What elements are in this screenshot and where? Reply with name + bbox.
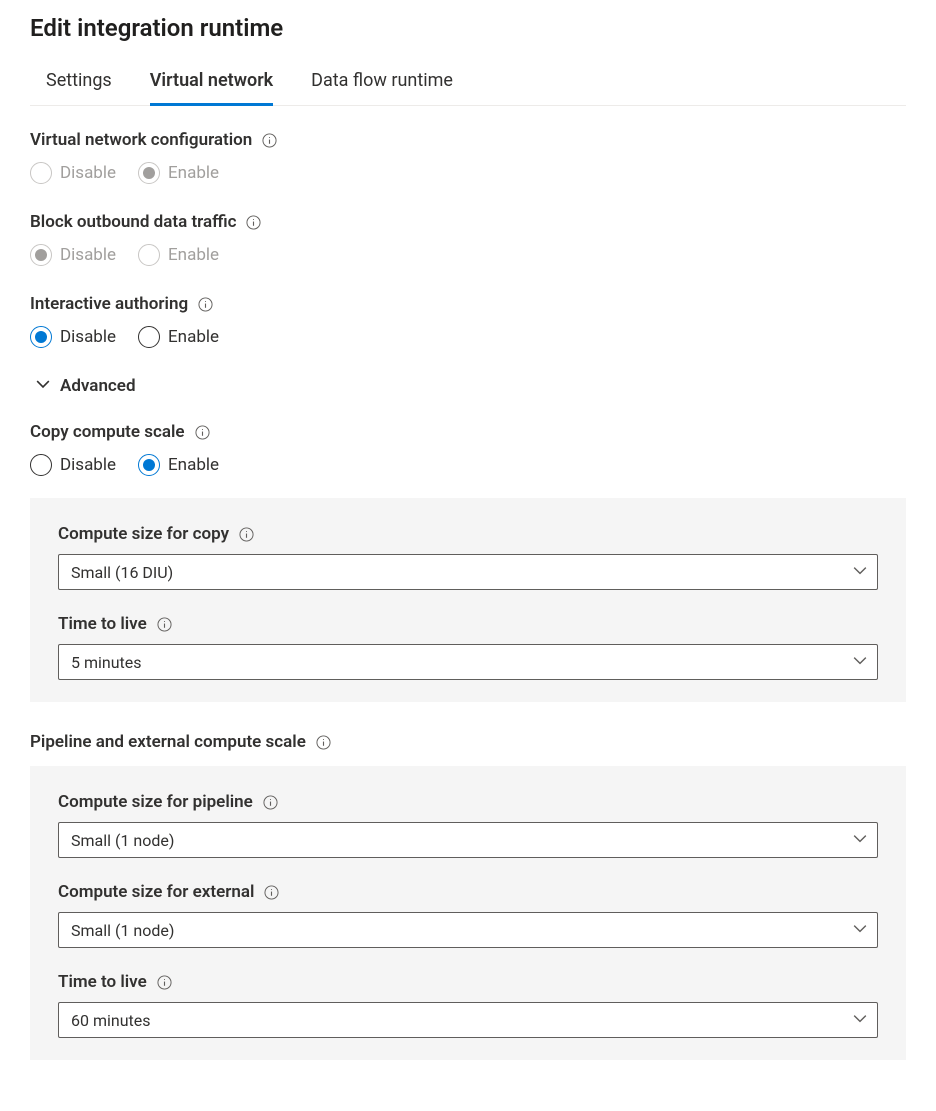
copy-compute-card: Compute size for copy Small (16 DIU) Tim…	[30, 498, 906, 702]
info-icon[interactable]	[246, 215, 261, 230]
copy-ttl-dropdown[interactable]: 5 minutes	[58, 644, 878, 680]
interactive-authoring-radio-group: Disable Enable	[30, 326, 906, 348]
tabs: Settings Virtual network Data flow runti…	[30, 70, 906, 106]
info-icon[interactable]	[198, 297, 213, 312]
info-icon[interactable]	[263, 795, 278, 810]
vnet-config-enable: Enable	[138, 162, 219, 184]
page-title: Edit integration runtime	[30, 14, 906, 42]
interactive-authoring-disable[interactable]: Disable	[30, 326, 116, 348]
info-icon[interactable]	[195, 425, 210, 440]
vnet-config-radio-group: Disable Enable	[30, 162, 906, 184]
info-icon[interactable]	[239, 527, 254, 542]
vnet-config-disable: Disable	[30, 162, 116, 184]
chevron-down-icon	[853, 563, 867, 582]
vnet-config-label: Virtual network configuration	[30, 130, 252, 150]
pipeline-ttl-dropdown[interactable]: 60 minutes	[58, 1002, 878, 1038]
info-icon[interactable]	[157, 975, 172, 990]
chevron-down-icon	[36, 376, 50, 396]
block-outbound-enable: Enable	[138, 244, 219, 266]
pipeline-external-label: Pipeline and external compute scale	[30, 732, 306, 752]
block-outbound-label: Block outbound data traffic	[30, 212, 236, 232]
info-icon[interactable]	[262, 133, 277, 148]
compute-size-external-label: Compute size for external	[58, 882, 254, 902]
copy-compute-scale-label: Copy compute scale	[30, 422, 185, 442]
chevron-down-icon	[853, 831, 867, 850]
chevron-down-icon	[853, 1011, 867, 1030]
copy-compute-scale-radio-group: Disable Enable	[30, 454, 906, 476]
compute-size-external-dropdown[interactable]: Small (1 node)	[58, 912, 878, 948]
copy-compute-scale-disable[interactable]: Disable	[30, 454, 116, 476]
block-outbound-radio-group: Disable Enable	[30, 244, 906, 266]
interactive-authoring-enable[interactable]: Enable	[138, 326, 219, 348]
pipeline-ttl-label: Time to live	[58, 972, 147, 992]
tab-settings[interactable]: Settings	[46, 70, 112, 105]
chevron-down-icon	[853, 653, 867, 672]
info-icon[interactable]	[316, 735, 331, 750]
interactive-authoring-label: Interactive authoring	[30, 294, 188, 314]
chevron-down-icon	[853, 921, 867, 940]
compute-size-pipeline-label: Compute size for pipeline	[58, 792, 253, 812]
compute-size-copy-label: Compute size for copy	[58, 524, 229, 544]
copy-compute-scale-enable[interactable]: Enable	[138, 454, 219, 476]
block-outbound-disable: Disable	[30, 244, 116, 266]
info-icon[interactable]	[264, 885, 279, 900]
copy-ttl-label: Time to live	[58, 614, 147, 634]
compute-size-pipeline-dropdown[interactable]: Small (1 node)	[58, 822, 878, 858]
compute-size-copy-dropdown[interactable]: Small (16 DIU)	[58, 554, 878, 590]
info-icon[interactable]	[157, 617, 172, 632]
pipeline-external-card: Compute size for pipeline Small (1 node)…	[30, 766, 906, 1060]
tab-data-flow-runtime[interactable]: Data flow runtime	[311, 70, 453, 105]
advanced-toggle[interactable]: Advanced	[36, 376, 906, 396]
tab-virtual-network[interactable]: Virtual network	[150, 70, 273, 106]
